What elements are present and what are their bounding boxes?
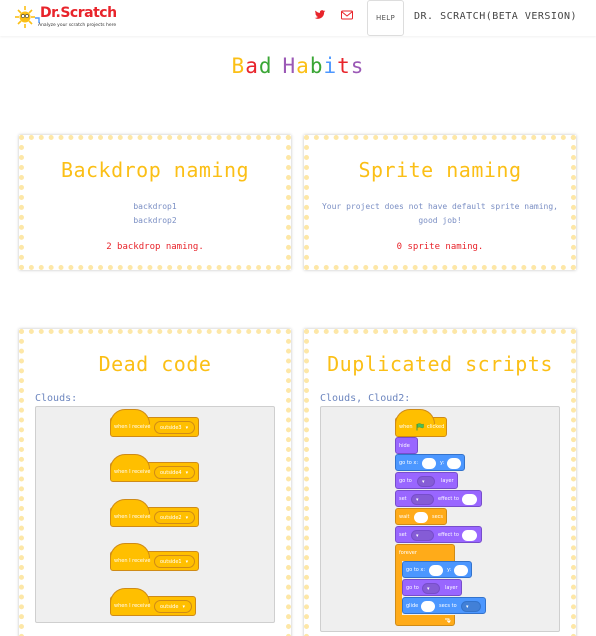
card-title: Duplicated scripts (327, 352, 553, 376)
page-title: Bad Habits (0, 54, 596, 78)
block-text: go to x: (406, 567, 426, 573)
dr-scratch-logo[interactable]: Dr.Scratch Analyze your scratch projects… (14, 4, 122, 32)
duplicated-scripts-card: Duplicated scripts Clouds, Cloud2: when … (304, 329, 576, 636)
sprite-naming-message: good job! (418, 216, 462, 225)
block-text: forever (399, 550, 417, 556)
when-i-receive-block[interactable]: when I receive outside (110, 588, 196, 616)
sprite-count: 0 sprite naming. (396, 242, 484, 252)
title-letter: B (231, 54, 246, 78)
go-to-xy-block[interactable]: go to x: y: (395, 454, 465, 471)
sprite-naming-card: Sprite naming Your project does not have… (304, 135, 576, 270)
loop-arrow-icon (445, 618, 451, 624)
go-to-layer-block[interactable]: go to layer (402, 579, 462, 596)
sprite-label: Clouds, Cloud2: (320, 393, 411, 404)
block-text: clicked (427, 424, 445, 430)
message-dropdown[interactable]: outside3 (154, 421, 196, 434)
block-text: effect to (438, 532, 459, 538)
dead-code-box[interactable]: when I receive outside3 when I receive o… (35, 406, 275, 623)
block-text: when I receive (114, 558, 151, 564)
block-text: y: (440, 460, 445, 466)
title-letter: b (309, 54, 324, 78)
twitter-icon[interactable] (313, 8, 327, 22)
when-i-receive-block[interactable]: when I receive outside4 (110, 454, 199, 482)
effect-value-input[interactable] (462, 530, 477, 541)
y-input[interactable] (454, 565, 468, 576)
when-i-receive-block[interactable]: when I receive outside2 (110, 499, 199, 527)
backdrop-naming-card: Backdrop naming backdrop1 backdrop2 2 ba… (19, 135, 291, 270)
help-button[interactable]: HELP (367, 0, 404, 36)
block-text: secs to (439, 603, 457, 609)
block-text: when I receive (114, 514, 151, 520)
navbar: Dr.Scratch Analyze your scratch projects… (0, 0, 596, 36)
block-text: effect to (438, 496, 459, 502)
block-text: when I receive (114, 424, 151, 430)
card-title: Sprite naming (358, 158, 522, 182)
layer-dropdown[interactable] (422, 583, 440, 594)
glide-block[interactable]: glide secs to (402, 597, 486, 614)
wait-block[interactable]: wait secs (395, 508, 447, 525)
dead-code-card: Dead code Clouds: when I receive outside… (19, 329, 291, 636)
when-flag-clicked-block[interactable]: when clicked (395, 409, 447, 437)
block-text: layer (441, 478, 454, 484)
title-letter: a (245, 54, 259, 78)
title-letter: t (337, 54, 351, 78)
sun-mascot-icon (15, 6, 40, 28)
block-text: y: (447, 567, 452, 573)
green-flag-icon (416, 423, 424, 431)
block-text: go to x: (399, 460, 419, 466)
title-letter: i (323, 54, 338, 78)
duplicated-script-box[interactable]: when clicked hide go to x: y: go to laye… (320, 406, 560, 632)
backdrop-count: 2 backdrop naming. (106, 242, 204, 252)
block-text: glide (406, 603, 419, 609)
effect-dropdown[interactable] (411, 494, 434, 505)
message-dropdown[interactable]: outside (154, 600, 192, 613)
x-input[interactable] (429, 565, 443, 576)
title-letter: d (258, 54, 273, 78)
backdrop-item: backdrop1 (133, 202, 177, 211)
message-dropdown[interactable]: outside4 (154, 466, 196, 479)
effect-dropdown[interactable] (411, 530, 434, 541)
layer-dropdown[interactable] (417, 476, 435, 487)
block-text: set (399, 532, 407, 538)
when-i-receive-block[interactable]: when I receive outside3 (110, 409, 199, 437)
nav-title[interactable]: DR. SCRATCH(BETA VERSION) (414, 11, 577, 22)
card-title: Dead code (98, 352, 212, 376)
card-title: Backdrop naming (60, 158, 250, 182)
hide-block[interactable]: hide (395, 437, 418, 454)
effect-value-input[interactable] (462, 494, 477, 505)
set-effect-block[interactable]: set effect to (395, 490, 482, 507)
block-text: layer (445, 585, 458, 591)
block-text: when (399, 424, 413, 430)
y-input[interactable] (447, 458, 461, 469)
message-dropdown[interactable]: outside1 (154, 555, 196, 568)
go-to-xy-block[interactable]: go to x: y: (402, 561, 472, 578)
title-letter: a (296, 54, 310, 78)
block-text: hide (399, 443, 410, 449)
block-text: set (399, 496, 407, 502)
backdrop-item: backdrop2 (133, 216, 177, 225)
title-letter: s (350, 54, 365, 78)
block-text: when I receive (114, 469, 151, 475)
go-to-layer-block[interactable]: go to layer (395, 472, 458, 489)
message-dropdown[interactable]: outside2 (154, 511, 196, 524)
set-effect-block[interactable]: set effect to (395, 526, 482, 543)
logo-tagline: Analyze your scratch projects here (38, 23, 117, 28)
sprite-naming-message: Your project does not have default sprit… (321, 202, 558, 211)
mail-icon[interactable] (340, 8, 354, 22)
sprite-label: Clouds: (35, 393, 78, 404)
wait-input[interactable] (414, 512, 428, 523)
block-text: go to (399, 478, 412, 484)
title-letter: H (282, 54, 297, 78)
block-text: wait (399, 514, 410, 520)
x-input[interactable] (422, 458, 436, 469)
glide-secs-input[interactable] (421, 601, 435, 612)
forever-block[interactable]: forever go to x: y: go to layer (395, 544, 486, 626)
block-text: when I receive (114, 603, 151, 609)
glide-target-dropdown[interactable] (461, 601, 481, 612)
when-i-receive-block[interactable]: when I receive outside1 (110, 543, 199, 571)
block-text: go to (406, 585, 419, 591)
block-text: secs (432, 514, 444, 520)
logo-title: Dr.Scratch (40, 5, 117, 21)
